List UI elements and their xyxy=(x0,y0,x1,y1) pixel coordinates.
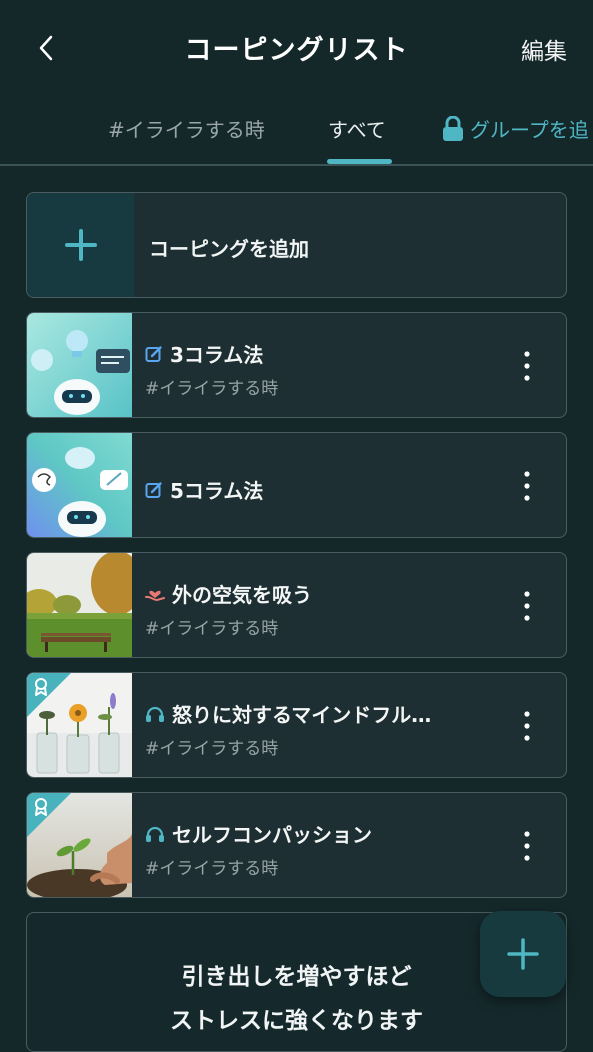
more-options-button[interactable] xyxy=(508,829,546,863)
ribbon-icon xyxy=(35,798,47,816)
edit-icon xyxy=(145,481,162,498)
add-icon-box xyxy=(27,193,134,297)
lock-icon xyxy=(443,115,463,141)
item-title-text: 3コラム法 xyxy=(170,343,264,367)
seedling-hands-thumbnail xyxy=(27,793,132,897)
list-item[interactable]: 3コラム法 #イライラする時 xyxy=(26,312,567,418)
robot-thoughts-thumbnail xyxy=(27,433,132,537)
page-title: コーピングリスト xyxy=(184,35,409,66)
item-tag: #イライラする時 xyxy=(145,739,279,759)
tab-irritated[interactable]: #イライラする時 xyxy=(108,114,265,143)
more-options-button[interactable] xyxy=(508,709,546,743)
item-title-text: 5コラム法 xyxy=(170,479,264,503)
list-item[interactable]: 外の空気を吸う #イライラする時 xyxy=(26,552,567,658)
headphones-icon xyxy=(146,706,164,722)
park-bench-thumbnail xyxy=(27,553,132,657)
edit-icon xyxy=(145,345,162,362)
tab-all[interactable]: すべて xyxy=(328,114,386,143)
item-title: 怒りに対するマインドフル… xyxy=(145,699,431,728)
item-title: 5コラム法 xyxy=(145,475,263,504)
plus-icon xyxy=(64,229,97,261)
tab-add-group[interactable]: グループを追 xyxy=(442,114,589,143)
item-title-text: セルフコンパッション xyxy=(172,823,372,847)
more-vertical-icon xyxy=(524,351,530,381)
robot-lightbulb-thumbnail xyxy=(27,313,132,417)
add-fab-button[interactable] xyxy=(480,911,566,997)
add-coping-label: コーピングを追加 xyxy=(149,237,309,261)
list-item[interactable]: 5コラム法 xyxy=(26,432,567,538)
item-tag: #イライラする時 xyxy=(145,619,279,639)
more-vertical-icon xyxy=(524,711,530,741)
active-tab-indicator xyxy=(327,159,392,164)
flower-vases-thumbnail xyxy=(27,673,132,777)
item-tag: #イライラする時 xyxy=(145,379,279,399)
ribbon-icon xyxy=(35,678,47,696)
more-vertical-icon xyxy=(524,591,530,621)
item-title: 外の空気を吸う xyxy=(145,579,312,608)
plus-icon xyxy=(507,938,539,970)
tab-add-group-label: グループを追 xyxy=(470,118,589,142)
more-options-button[interactable] xyxy=(508,589,546,623)
more-vertical-icon xyxy=(524,471,530,501)
tab-bar: #イライラする時 すべて グループを追 xyxy=(0,96,593,166)
item-title-text: 怒りに対するマインドフル… xyxy=(172,703,432,727)
headphones-icon xyxy=(146,826,164,842)
list-item[interactable]: 怒りに対するマインドフル… #イライラする時 xyxy=(26,672,567,778)
item-title-text: 外の空気を吸う xyxy=(172,583,312,607)
more-vertical-icon xyxy=(524,831,530,861)
item-title: 3コラム法 xyxy=(145,339,263,368)
item-tag: #イライラする時 xyxy=(145,859,279,879)
heart-hand-icon xyxy=(145,590,165,601)
add-coping-card[interactable]: コーピングを追加 xyxy=(26,192,567,298)
header: コーピングリスト 編集 xyxy=(0,0,593,96)
list-item[interactable]: セルフコンパッション #イライラする時 xyxy=(26,792,567,898)
more-options-button[interactable] xyxy=(508,469,546,503)
item-title: セルフコンパッション xyxy=(145,819,372,848)
promo-line-2: ストレスに強くなります xyxy=(170,1008,423,1034)
more-options-button[interactable] xyxy=(508,349,546,383)
edit-button[interactable]: 編集 xyxy=(521,32,567,66)
